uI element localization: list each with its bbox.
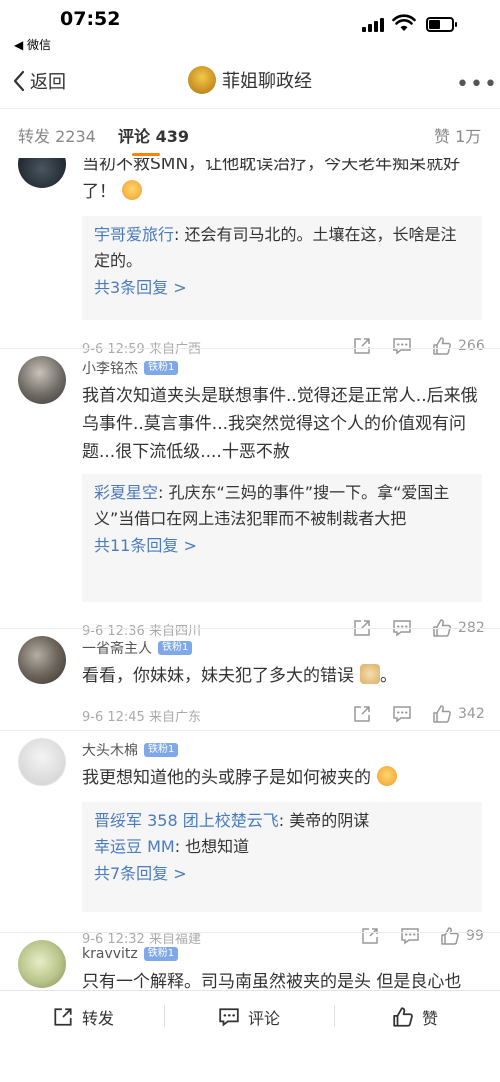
like-button[interactable]: 342 bbox=[432, 704, 485, 724]
divider bbox=[0, 628, 500, 629]
thumbs-up-icon bbox=[441, 927, 459, 945]
divider bbox=[0, 348, 500, 349]
more-icon[interactable]: ••• bbox=[456, 72, 498, 97]
comment-author[interactable]: 小李铭杰 铁粉1 bbox=[82, 358, 179, 378]
back-label: 返回 bbox=[30, 72, 66, 93]
avatar[interactable] bbox=[18, 158, 66, 188]
tab-bar: 转发 2234 评论 439 赞 1万 bbox=[0, 108, 500, 158]
repost-button[interactable]: 转发 bbox=[52, 1005, 114, 1029]
fan-badge: 铁粉1 bbox=[144, 743, 179, 757]
thumbs-up-icon bbox=[393, 1007, 413, 1027]
wifi-icon bbox=[392, 14, 416, 31]
avatar[interactable] bbox=[18, 636, 66, 684]
reply-item: 彩夏星空: 孔庆东“三妈的事件”搜一下。拿“爱国主义”当借口在网上违法犯罪而不被… bbox=[94, 483, 450, 528]
status-bar: 07:52 ◀ 微信 bbox=[0, 0, 500, 56]
share-icon[interactable] bbox=[360, 926, 380, 946]
comment-text: 只有一个解释。司马南虽然被夹的是头 但是良心也 bbox=[82, 972, 462, 990]
battery-icon bbox=[426, 17, 457, 32]
comment-text: 我首次知道夹头是联想事件..觉得还是正常人..后来俄乌事件..莫言事件...我突… bbox=[82, 386, 478, 462]
share-icon[interactable] bbox=[352, 336, 372, 356]
laughing-emoji-icon bbox=[377, 766, 397, 786]
chevron-left-icon bbox=[13, 70, 25, 92]
reply-box[interactable]: 晋绥军 358 团上校楚云飞: 美帝的阴谋 幸运豆 MM: 也想知道 共7条回复… bbox=[82, 802, 482, 912]
avatar[interactable] bbox=[18, 940, 66, 988]
divider bbox=[0, 932, 500, 933]
doge-emoji-icon bbox=[360, 664, 380, 684]
comment-meta: 9-6 12:59 来自广西 266 bbox=[82, 336, 485, 357]
avatar[interactable] bbox=[18, 738, 66, 786]
comment-time: 9-6 12:32 来自福建 bbox=[82, 932, 201, 947]
comment-text: 我更想知道他的头或脖子是如何被夹的 bbox=[82, 764, 482, 792]
reply-item: 晋绥军 358 团上校楚云飞: 美帝的阴谋 bbox=[94, 811, 370, 830]
like-button[interactable]: 赞 bbox=[392, 1005, 438, 1029]
reply-box[interactable]: 彩夏星空: 孔庆东“三妈的事件”搜一下。拿“爱国主义”当借口在网上违法犯罪而不被… bbox=[82, 474, 482, 602]
reply-item: 宇哥爱旅行: 还会有司马北的。土壤在这，长啥是注定的。 bbox=[94, 225, 457, 270]
comment-icon bbox=[219, 1008, 239, 1027]
comment-time: 9-6 12:36 来自四川 bbox=[82, 624, 201, 639]
bottom-action-bar: 转发 评论 赞 bbox=[0, 990, 500, 1082]
comment-meta: 9-6 12:45 来自广东 342 bbox=[82, 704, 485, 725]
drool-emoji-icon bbox=[122, 180, 142, 200]
comment-author[interactable]: kravvitz 铁粉1 bbox=[82, 946, 179, 962]
comment-time: 9-6 12:45 来自广东 bbox=[82, 710, 201, 725]
tab-repost[interactable]: 转发 2234 bbox=[18, 123, 96, 147]
back-button[interactable]: 返回 bbox=[12, 68, 66, 94]
tab-active-indicator bbox=[132, 153, 160, 156]
comment-icon[interactable] bbox=[392, 336, 412, 356]
nav-bar: 返回 菲姐聊政经 ••• bbox=[0, 56, 500, 106]
comment-text: 当初不救SMN，让他耽误治疗，今天老年痴呆就好了！ bbox=[82, 158, 461, 202]
signal-icon bbox=[362, 18, 384, 32]
comment-text: 看看，你妹妹，妹夫犯了多大的错误。 bbox=[82, 664, 397, 686]
page-title[interactable]: 菲姐聊政经 bbox=[188, 66, 312, 94]
more-replies-link[interactable]: 共3条回复 > bbox=[94, 274, 470, 302]
fan-badge: 铁粉1 bbox=[144, 361, 179, 375]
comment-button[interactable]: 评论 bbox=[218, 1005, 280, 1029]
comment-meta: 9-6 12:32 来自福建 99 bbox=[82, 926, 484, 947]
divider bbox=[0, 730, 500, 731]
more-replies-link[interactable]: 共7条回复 > bbox=[94, 860, 470, 888]
like-button[interactable]: 99 bbox=[440, 926, 484, 946]
fan-badge: 铁粉1 bbox=[158, 641, 193, 655]
reply-box[interactable]: 宇哥爱旅行: 还会有司马北的。土壤在这，长啥是注定的。 共3条回复 > bbox=[82, 216, 482, 320]
fan-badge: 铁粉1 bbox=[143, 947, 179, 961]
share-icon bbox=[54, 1008, 72, 1026]
avatar[interactable] bbox=[18, 356, 66, 404]
tab-like[interactable]: 赞 1万 bbox=[434, 123, 481, 147]
divider bbox=[334, 1005, 335, 1027]
share-icon[interactable] bbox=[352, 704, 372, 724]
comment-icon[interactable] bbox=[400, 926, 420, 946]
divider bbox=[164, 1005, 165, 1027]
comment-author[interactable]: 大头木棉 铁粉1 bbox=[82, 740, 179, 760]
comment-icon[interactable] bbox=[392, 704, 412, 724]
back-to-wechat[interactable]: ◀ 微信 bbox=[14, 36, 51, 53]
comment-author[interactable]: 一省斋主人 铁粉1 bbox=[82, 638, 193, 658]
more-replies-link[interactable]: 共11条回复 > bbox=[94, 532, 470, 560]
status-time: 07:52 bbox=[60, 8, 121, 30]
like-button[interactable]: 266 bbox=[432, 336, 485, 356]
thumbs-up-icon bbox=[433, 337, 451, 355]
author-avatar bbox=[188, 66, 216, 94]
reply-item: 幸运豆 MM: 也想知道 bbox=[94, 837, 250, 856]
comment-list: 当初不救SMN，让他耽误治疗，今天老年痴呆就好了！ 宇哥爱旅行: 还会有司马北的… bbox=[0, 158, 500, 990]
thumbs-up-icon bbox=[433, 705, 451, 723]
author-name: 菲姐聊政经 bbox=[222, 71, 312, 92]
tab-comment[interactable]: 评论 439 bbox=[118, 123, 189, 147]
